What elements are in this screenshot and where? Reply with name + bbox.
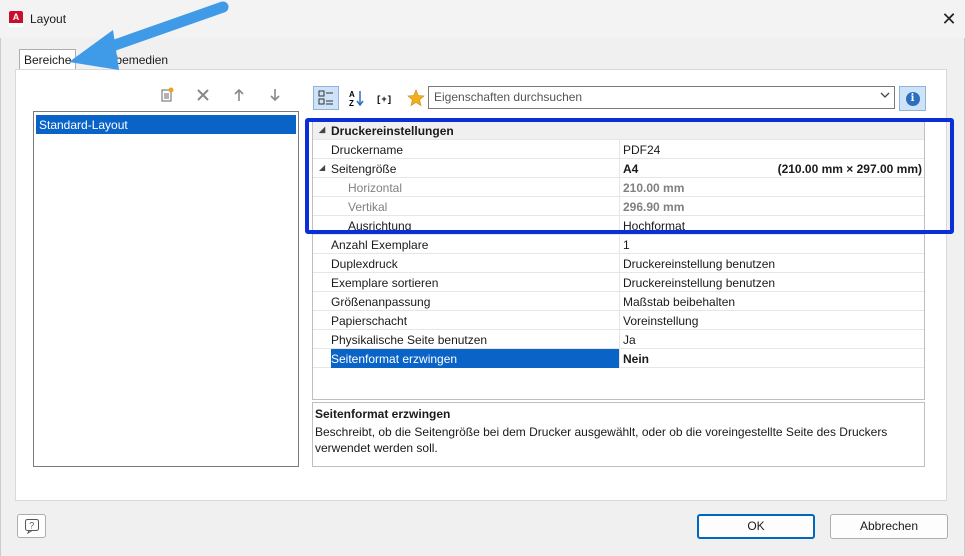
favorites-star-icon[interactable] (403, 86, 429, 110)
move-up-icon[interactable] (228, 85, 250, 105)
table-row-selected[interactable]: Seitenformat erzwingen Nein (313, 349, 924, 368)
table-row[interactable]: Druckername PDF24 (313, 140, 924, 159)
page-size-dimensions: (210.00 mm × 297.00 mm) (777, 162, 922, 176)
svg-text:[+]: [+] (376, 95, 392, 104)
help-button[interactable]: ? (17, 514, 46, 538)
description-panel: Seitenformat erzwingen Beschreibt, ob di… (312, 402, 925, 467)
svg-text:A: A (349, 90, 355, 99)
table-row: Vertikal 296.90 mm (313, 197, 924, 216)
description-text: Beschreibt, ob die Seitengröße bei dem D… (315, 425, 888, 455)
description-title: Seitenformat erzwingen (315, 407, 451, 421)
window-title: Layout (30, 12, 67, 26)
sort-alphabetical-icon[interactable]: AZ (343, 86, 369, 110)
cancel-button[interactable]: Abbrechen (830, 514, 948, 539)
table-row[interactable]: Ausrichtung Hochformat (313, 216, 924, 235)
svg-text:?: ? (29, 521, 34, 531)
chevron-down-icon[interactable] (880, 89, 890, 103)
list-item[interactable]: Standard-Layout (36, 115, 296, 134)
tab-bar: Bereiche Ausgabemedien (19, 49, 173, 70)
table-row[interactable]: Größenanpassung Maßstab beibehalten (313, 292, 924, 311)
svg-text:Z: Z (349, 99, 354, 107)
tab-ausgabemedien[interactable]: Ausgabemedien (76, 49, 173, 69)
table-row: Horizontal 210.00 mm (313, 178, 924, 197)
table-row[interactable]: Physikalische Seite benutzen Ja (313, 330, 924, 349)
move-down-icon[interactable] (264, 85, 286, 105)
search-placeholder: Eigenschaften durchsuchen (434, 90, 583, 104)
tab-bereiche[interactable]: Bereiche (19, 49, 77, 70)
new-layout-icon[interactable] (156, 85, 178, 105)
autocad-app-icon: A (9, 11, 23, 27)
title-bar: A Layout ✕ (0, 0, 965, 38)
table-row[interactable]: Duplexdruck Druckereinstellung benutzen (313, 254, 924, 273)
layout-toolbar (156, 85, 286, 105)
layout-list[interactable]: Standard-Layout (33, 111, 299, 467)
property-search-combobox[interactable]: Eigenschaften durchsuchen (428, 86, 895, 109)
ok-button[interactable]: OK (697, 514, 815, 539)
category-row[interactable]: ◢ Druckereinstellungen (313, 121, 924, 140)
info-icon: i (905, 91, 920, 106)
table-row[interactable]: Exemplare sortieren Druckereinstellung b… (313, 273, 924, 292)
collapse-triangle-icon[interactable]: ◢ (319, 163, 325, 172)
collapse-triangle-icon[interactable]: ◢ (319, 125, 325, 134)
close-icon[interactable]: ✕ (936, 6, 962, 32)
delete-icon[interactable] (192, 85, 214, 105)
categorized-view-icon[interactable] (313, 86, 339, 110)
property-toolbar: AZ [+] (313, 86, 433, 110)
help-icon: ? (24, 519, 39, 534)
property-grid: ◢ Druckereinstellungen Druckername PDF24… (312, 120, 925, 400)
expand-all-icon[interactable]: [+] (373, 86, 399, 110)
table-row[interactable]: ◢ Seitengröße A4 (210.00 mm × 297.00 mm) (313, 159, 924, 178)
category-label: Druckereinstellungen (331, 124, 454, 138)
table-row[interactable]: Anzahl Exemplare 1 (313, 235, 924, 254)
info-button[interactable]: i (899, 86, 926, 111)
table-row[interactable]: Papierschacht Voreinstellung (313, 311, 924, 330)
